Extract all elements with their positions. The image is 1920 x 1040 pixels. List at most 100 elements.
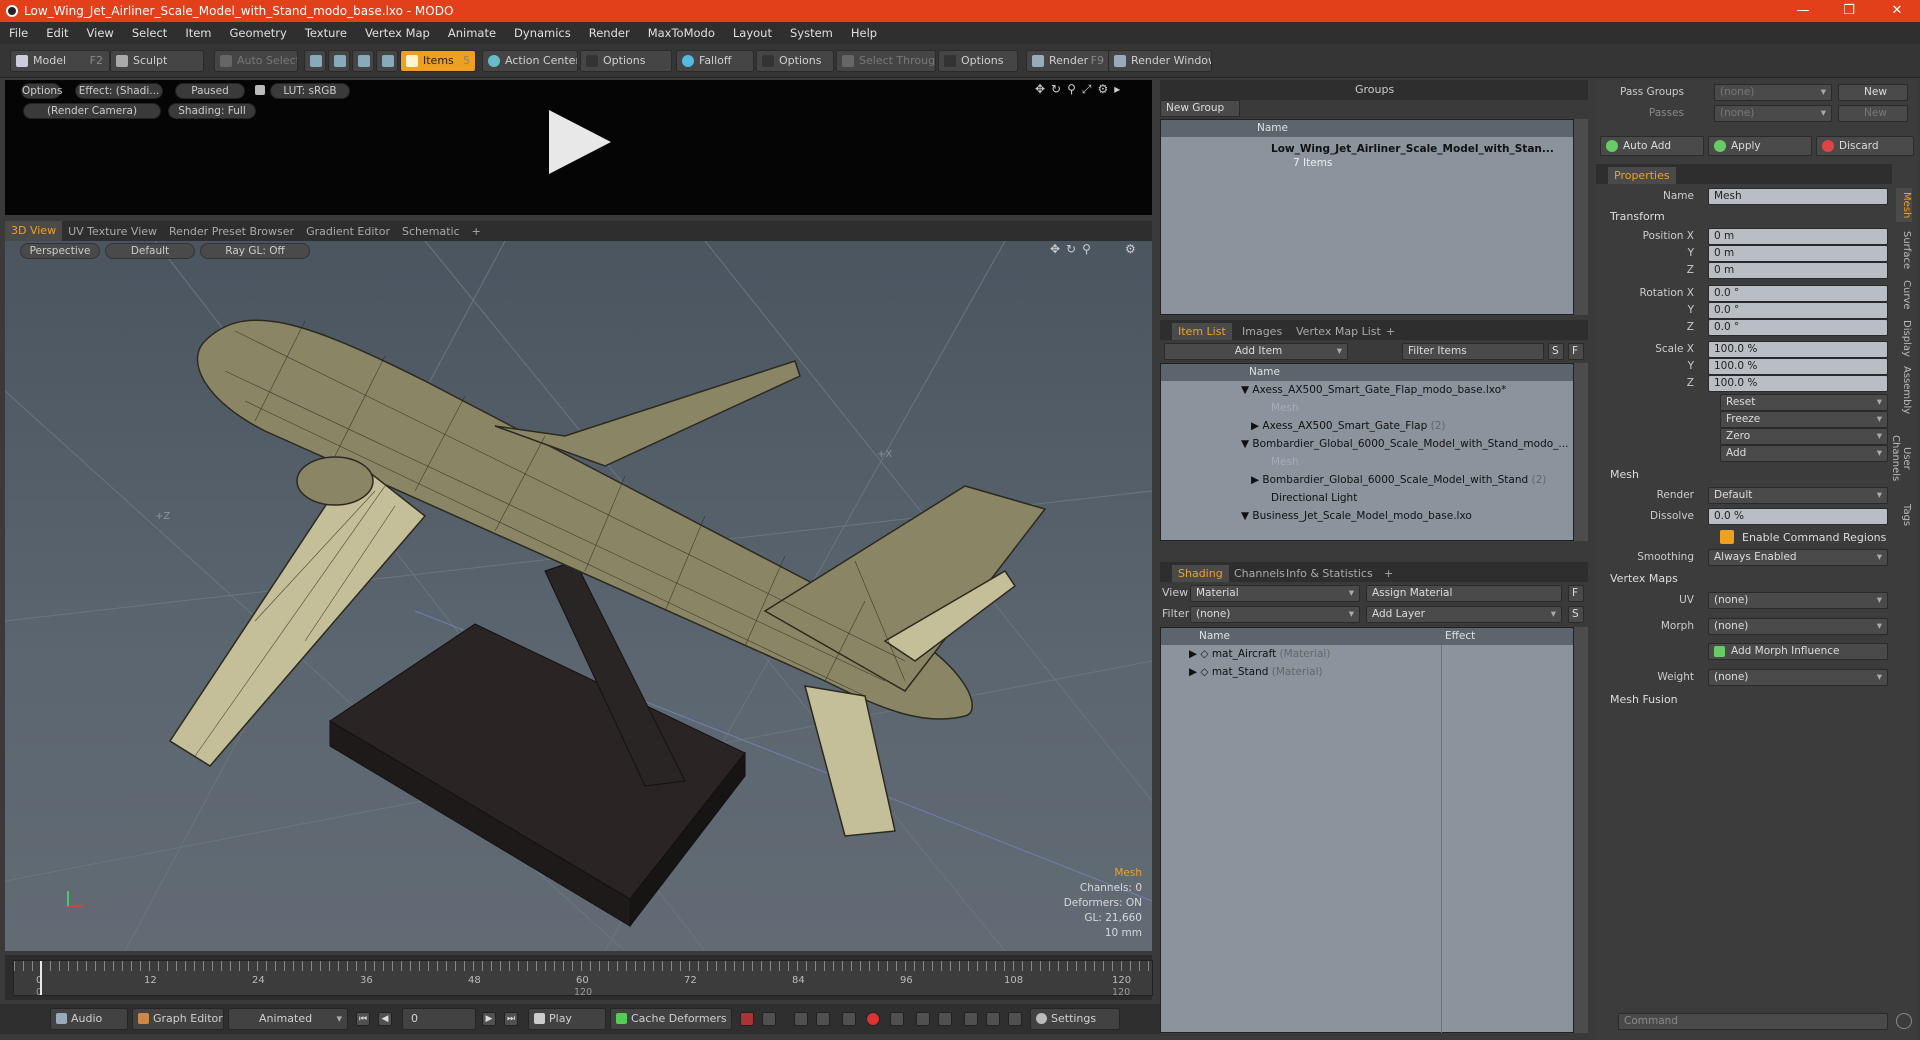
select-through-button[interactable]: Select Through bbox=[836, 50, 936, 72]
select-through-options-button[interactable]: Options bbox=[938, 50, 1018, 72]
shading-dropdown[interactable]: Shading: Full bbox=[168, 103, 256, 119]
mute-icon[interactable] bbox=[1008, 1012, 1022, 1026]
scale-x-input[interactable]: 100.0 % bbox=[1708, 341, 1888, 358]
pass-groups-dropdown[interactable]: (none) bbox=[1714, 84, 1832, 101]
auto-add-button[interactable]: Auto Add bbox=[1600, 136, 1704, 156]
close-icon[interactable]: ✕ bbox=[1874, 0, 1920, 22]
tab-gradient-editor[interactable]: Gradient Editor bbox=[300, 225, 396, 238]
loop-icon[interactable] bbox=[964, 1012, 978, 1026]
falloff-options-button[interactable]: Options bbox=[756, 50, 834, 72]
vertices-mode-button[interactable] bbox=[304, 50, 326, 72]
itemlist-s-button[interactable]: S bbox=[1548, 343, 1564, 360]
enable-command-regions-checkbox[interactable] bbox=[1720, 530, 1734, 544]
add-layer-dropdown[interactable]: Add Layer bbox=[1366, 606, 1562, 623]
smoothing-dropdown[interactable]: Always Enabled bbox=[1708, 549, 1888, 566]
morph-dropdown[interactable]: (none) bbox=[1708, 618, 1888, 635]
render-camera-dropdown[interactable]: (Render Camera) bbox=[23, 103, 161, 119]
viewport-settings-icon[interactable]: ⚙ bbox=[1125, 242, 1142, 256]
tab-schematic[interactable]: Schematic bbox=[396, 225, 466, 238]
settings-button[interactable]: Settings bbox=[1030, 1008, 1120, 1030]
side-tab-user-channels[interactable]: User Channels bbox=[1890, 422, 1912, 494]
shading-scrollbar[interactable] bbox=[1574, 627, 1588, 1033]
transform-section[interactable]: Transform bbox=[1610, 210, 1665, 223]
weight-dropdown[interactable]: (none) bbox=[1708, 669, 1888, 686]
menu-animate[interactable]: Animate bbox=[439, 26, 505, 40]
list-item[interactable]: Directional Light bbox=[1271, 489, 1571, 507]
render-window-button[interactable]: Render Window bbox=[1108, 50, 1212, 72]
tab-info-statistics[interactable]: Info & Statistics bbox=[1280, 565, 1379, 582]
items-mode-button[interactable]: Items 5 bbox=[400, 50, 476, 72]
perspective-dropdown[interactable]: Perspective bbox=[20, 243, 100, 259]
filter-dropdown[interactable]: (none) bbox=[1190, 606, 1360, 623]
frame-input[interactable]: 0 bbox=[402, 1008, 476, 1030]
menu-layout[interactable]: Layout bbox=[724, 26, 781, 40]
ray-gl-dropdown[interactable]: Ray GL: Off bbox=[200, 243, 310, 259]
passes-dropdown[interactable]: (none) bbox=[1714, 105, 1832, 122]
side-tab-curve[interactable]: Curve bbox=[1896, 278, 1912, 312]
rotation-x-input[interactable]: 0.0 ° bbox=[1708, 285, 1888, 302]
add-tab-button[interactable]: + bbox=[466, 225, 487, 238]
list-item[interactable]: ▼ Axess_AX500_Smart_Gate_Flap_modo_base.… bbox=[1241, 381, 1571, 399]
graph-editor-button[interactable]: Graph Editor bbox=[132, 1008, 224, 1030]
menu-render[interactable]: Render bbox=[580, 26, 639, 40]
add-tab-button[interactable]: + bbox=[1378, 565, 1399, 582]
rotation-y-input[interactable]: 0.0 ° bbox=[1708, 302, 1888, 319]
command-history-icon[interactable] bbox=[1896, 1013, 1912, 1029]
add-item-dropdown[interactable]: Add Item bbox=[1164, 343, 1348, 360]
shader-tree[interactable]: Name Effect ▶ ◇ mat_Aircraft (Material) … bbox=[1160, 627, 1574, 1033]
command-input[interactable]: Command bbox=[1618, 1013, 1888, 1030]
menu-texture[interactable]: Texture bbox=[296, 26, 356, 40]
auto-select-button[interactable]: Auto Select bbox=[214, 50, 298, 72]
groups-list[interactable]: Name Low_Wing_Jet_Airliner_Scale_Model_w… bbox=[1160, 119, 1574, 315]
groups-scrollbar[interactable] bbox=[1574, 119, 1588, 315]
skip-forward-icon[interactable] bbox=[938, 1012, 952, 1026]
mesh-section[interactable]: Mesh bbox=[1610, 468, 1639, 481]
add-morph-influence-button[interactable]: Add Morph Influence bbox=[1708, 643, 1888, 660]
play-button[interactable]: Play bbox=[528, 1008, 606, 1030]
menu-system[interactable]: System bbox=[781, 26, 842, 40]
menu-edit[interactable]: Edit bbox=[37, 26, 77, 40]
next-key-icon[interactable]: ▶ bbox=[482, 1012, 496, 1026]
menu-item[interactable]: Item bbox=[176, 26, 220, 40]
record-keys-icon[interactable] bbox=[740, 1012, 754, 1026]
list-item[interactable]: Mesh bbox=[1271, 453, 1571, 471]
side-tab-surface[interactable]: Surface bbox=[1896, 228, 1912, 272]
position-z-input[interactable]: 0 m bbox=[1708, 262, 1888, 279]
tab-item-list[interactable]: Item List bbox=[1172, 323, 1232, 340]
tab-shading[interactable]: Shading bbox=[1172, 565, 1229, 582]
side-tab-tags[interactable]: Tags bbox=[1896, 500, 1912, 530]
animated-dropdown[interactable]: Animated bbox=[228, 1008, 348, 1030]
play-preview-icon[interactable] bbox=[549, 110, 611, 174]
list-item[interactable]: ▶ Bombardier_Global_6000_Scale_Model_wit… bbox=[1251, 471, 1571, 489]
add-tab-button[interactable]: + bbox=[1380, 323, 1401, 340]
name-input[interactable]: Mesh bbox=[1708, 188, 1888, 205]
polygons-mode-button[interactable] bbox=[352, 50, 374, 72]
list-item[interactable]: ▼ Business_Jet_Scale_Model_modo_base.lxo bbox=[1241, 507, 1571, 525]
skip-back-icon[interactable] bbox=[916, 1012, 930, 1026]
vertex-maps-section[interactable]: Vertex Maps bbox=[1610, 572, 1678, 585]
falloff-button[interactable]: Falloff bbox=[676, 50, 754, 72]
lock-icon[interactable] bbox=[255, 85, 265, 95]
playhead[interactable] bbox=[40, 961, 42, 995]
render-button[interactable]: Render F9 bbox=[1026, 50, 1110, 72]
3d-viewport[interactable]: Perspective Default Ray GL: Off ✥↻⚲ ⚙ +Z… bbox=[5, 241, 1152, 951]
list-item[interactable]: ▼ Bombardier_Global_6000_Scale_Model_wit… bbox=[1241, 435, 1571, 453]
itemlist-scrollbar[interactable] bbox=[1574, 363, 1588, 541]
discard-button[interactable]: Discard bbox=[1816, 136, 1914, 156]
key-next-icon[interactable] bbox=[816, 1012, 830, 1026]
sculpt-button[interactable]: Sculpt bbox=[110, 50, 204, 72]
assign-material-button[interactable]: Assign Material bbox=[1366, 585, 1562, 602]
cache-deformers-button[interactable]: Cache Deformers bbox=[610, 1008, 732, 1030]
reset-dropdown[interactable]: Reset bbox=[1720, 394, 1888, 411]
material-row[interactable]: ▶ ◇ mat_Aircraft (Material) bbox=[1189, 645, 1439, 663]
scale-z-input[interactable]: 100.0 % bbox=[1708, 375, 1888, 392]
side-tab-display[interactable]: Display bbox=[1896, 318, 1912, 358]
tab-3d-view[interactable]: 3D View bbox=[5, 221, 63, 241]
material-row[interactable]: ▶ ◇ mat_Stand (Material) bbox=[1189, 663, 1439, 681]
auto-key-icon[interactable] bbox=[762, 1012, 776, 1026]
filter-items-input[interactable]: Filter Items bbox=[1402, 343, 1544, 360]
zero-dropdown[interactable]: Zero bbox=[1720, 428, 1888, 445]
record-icon[interactable] bbox=[866, 1012, 880, 1026]
stop-record-icon[interactable] bbox=[986, 1012, 1000, 1026]
dissolve-input[interactable]: 0.0 % bbox=[1708, 508, 1888, 525]
